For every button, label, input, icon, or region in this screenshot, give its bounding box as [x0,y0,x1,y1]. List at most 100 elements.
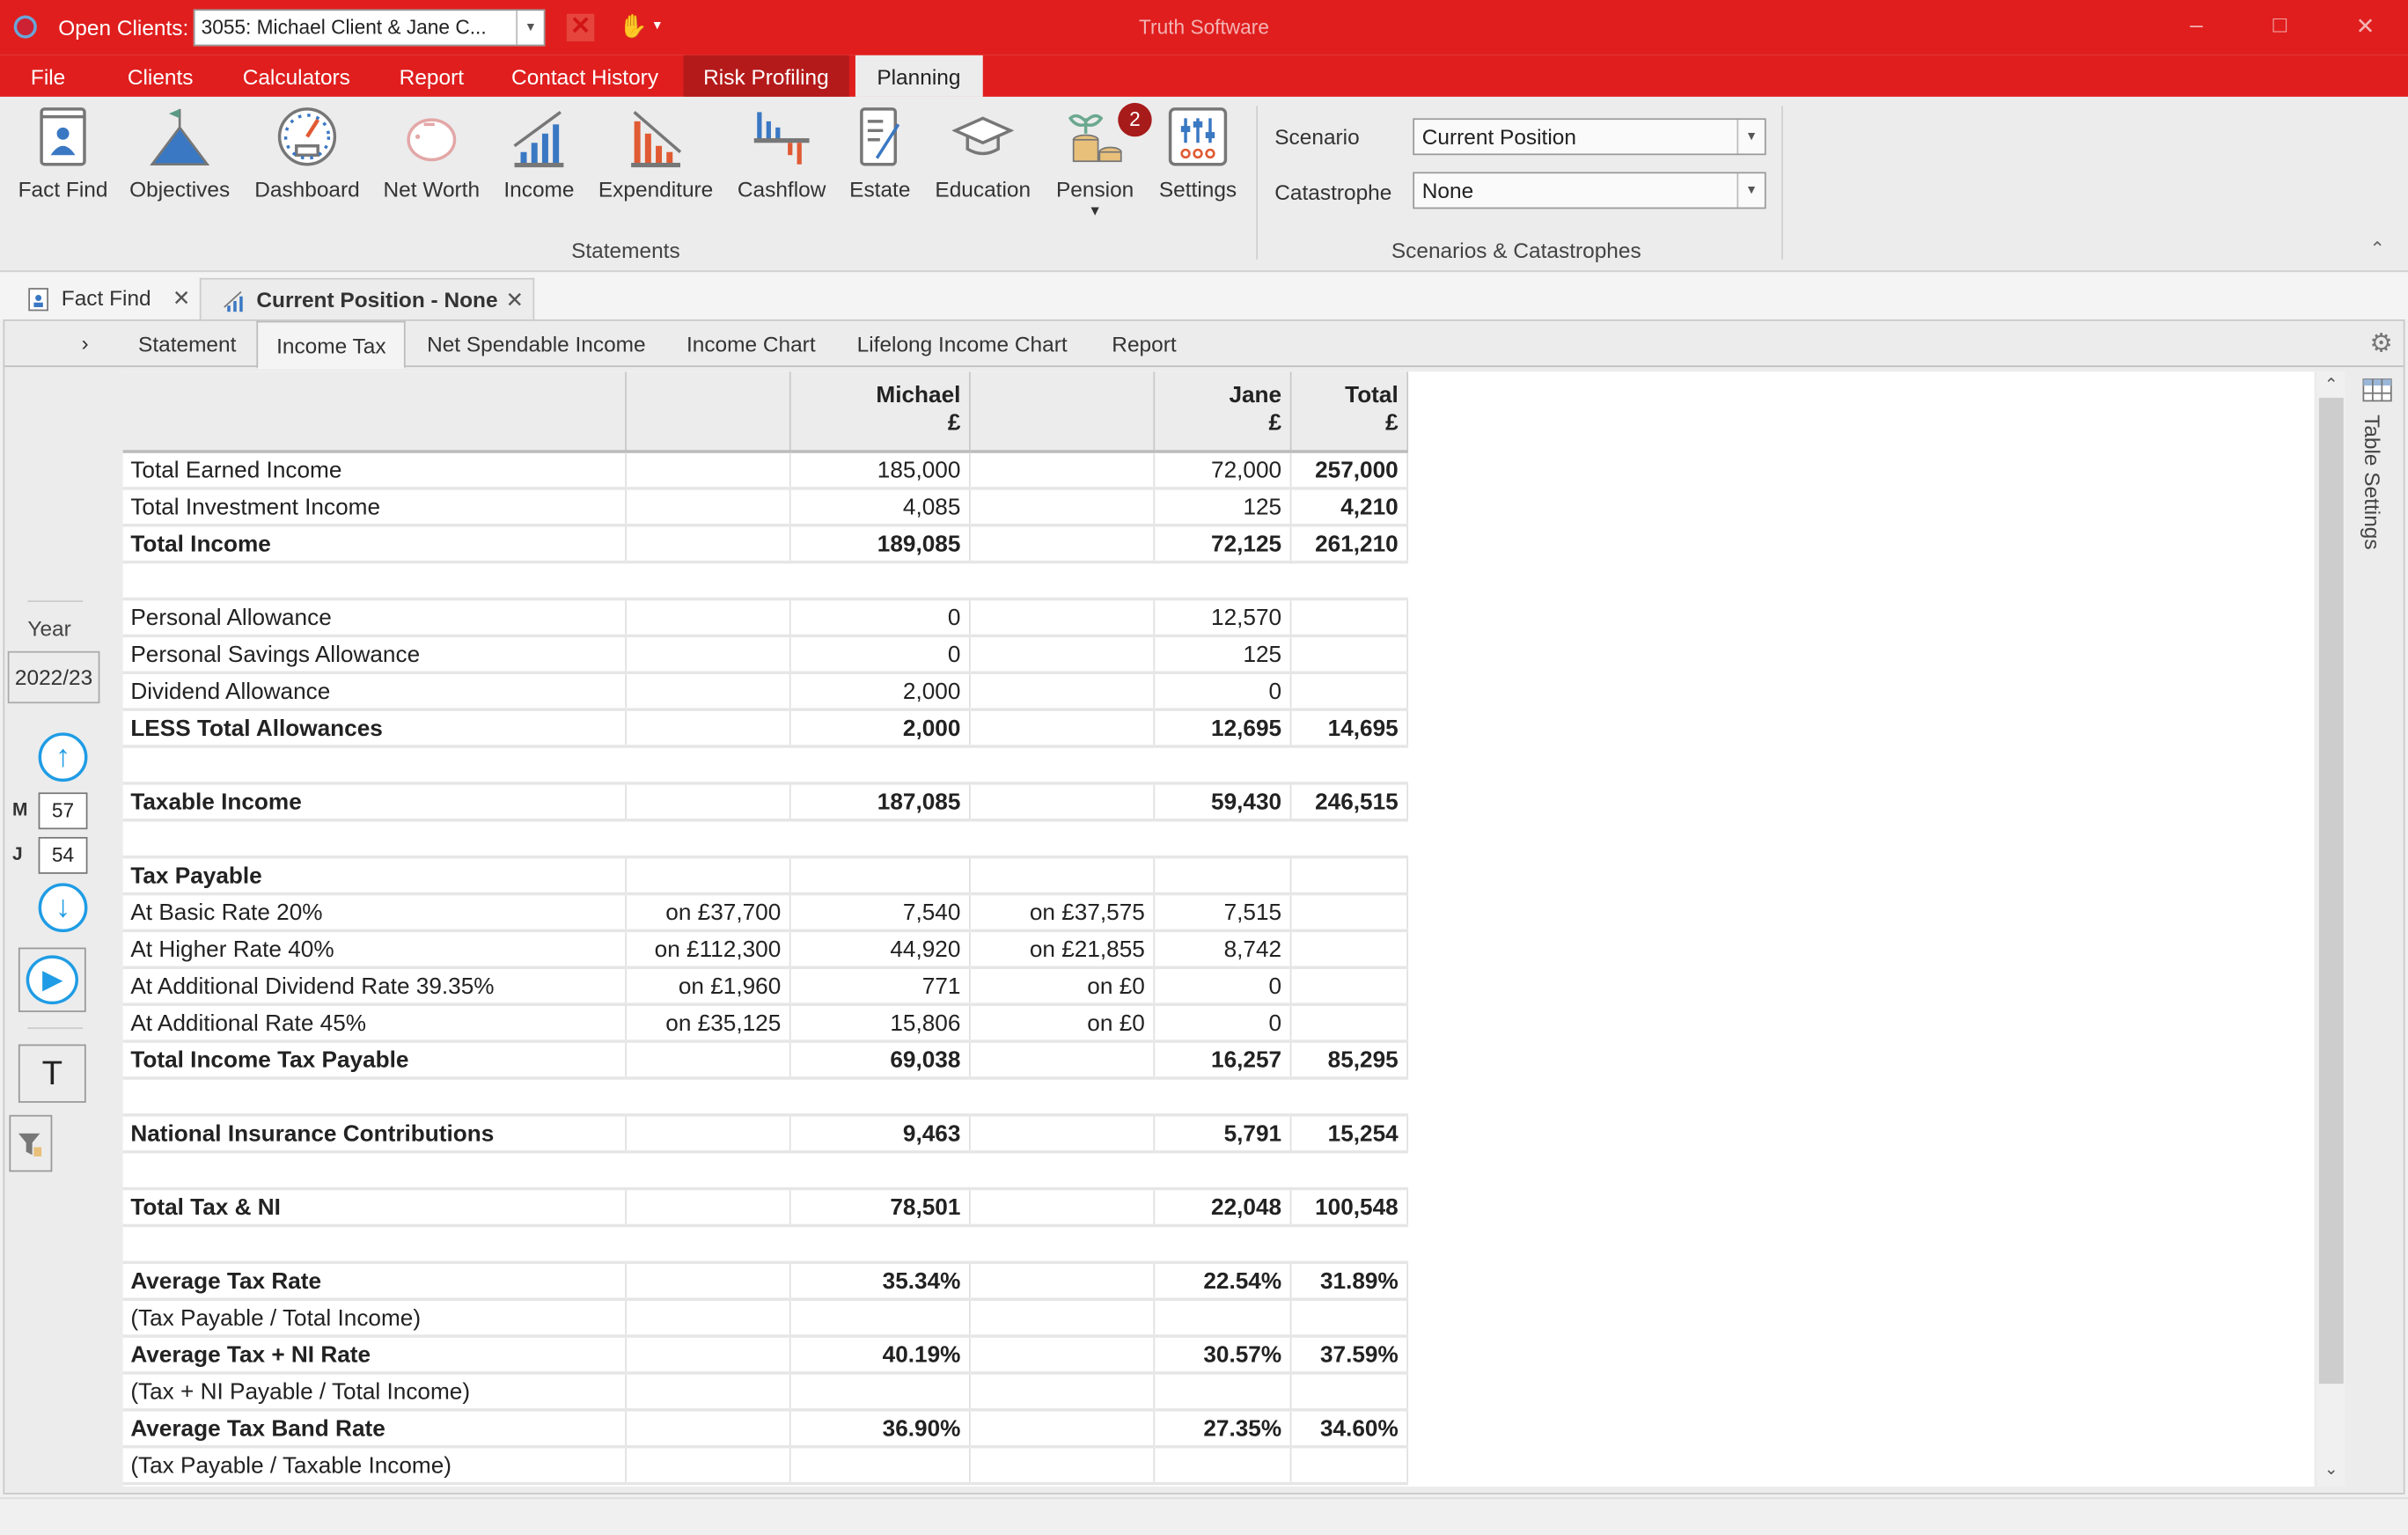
scenario-select[interactable]: Current Position ▼ [1413,118,1766,156]
table-grid-icon [2362,378,2392,402]
fact-find-button[interactable]: Fact Find [15,103,110,202]
table-row: Total Earned Income 185,000 72,000 257,000 [122,452,1408,490]
michael-age-field[interactable]: 57 [38,792,88,830]
arrow-down-icon: ↓ [55,890,71,924]
scroll-up-icon[interactable]: ⌃ [2317,375,2345,395]
minimize-button[interactable]: – [2190,12,2203,39]
objectives-button[interactable]: Objectives [129,103,231,202]
menu-file[interactable]: File [17,55,79,97]
value-cell [625,599,790,638]
settings-button[interactable]: Settings [1155,103,1241,202]
subtab-net-spendable-income[interactable]: Net Spendable Income [408,321,664,367]
table-row: Total Tax & NI 78,501 22,048 100,548 [122,1188,1408,1228]
row-label-cell [122,1151,626,1191]
expenditure-button[interactable]: Expenditure [594,103,717,202]
table-row: At Higher Rate 40% on £112,300 44,920 on £2… [122,930,1408,970]
catastrophe-select[interactable]: None ▼ [1413,172,1766,209]
value-cell: 12,695 [1153,709,1291,748]
value-cell [1153,746,1290,785]
divider [27,600,84,603]
value-cell [1289,562,1407,601]
value-cell [969,1409,1155,1449]
subtab-income-tax[interactable]: Income Tax [256,320,407,369]
value-cell [1289,967,1408,1006]
menu-planning[interactable]: Planning [855,55,982,97]
value-cell [1289,930,1408,970]
table-spacer-row [122,1225,1407,1265]
settings-label: Settings [1158,176,1237,202]
jane-age-field[interactable]: 54 [38,836,88,874]
subtab-income-chart[interactable]: Income Chart [668,321,834,367]
cashflow-chart-icon [748,103,816,171]
chevron-down-icon[interactable]: ▼ [1736,120,1764,154]
status-bar [0,1497,2408,1535]
table-row: Total Investment Income 4,085 125 4,210 [122,488,1408,527]
expenditure-chart-icon [622,103,690,171]
year-navigation-panel: Year 2022/23 ↑ M 57 J 54 ↓ ▶ T [4,367,120,1493]
close-window-button[interactable]: ✕ [2356,12,2375,40]
value-cell [625,525,790,564]
column-header-name: Total [1345,382,1399,409]
value-cell: on £0 [969,1004,1155,1043]
value-cell: 37.59% [1289,1336,1408,1375]
value-cell: 7,515 [1153,893,1291,933]
value-cell: 36.90% [789,1409,970,1449]
chevron-down-icon[interactable]: ▼ [1736,173,1764,208]
value-cell [625,1041,790,1080]
subtab-report[interactable]: Report [1093,321,1194,367]
income-button[interactable]: Income [497,103,580,202]
value-cell: 59,430 [1153,782,1291,822]
close-tab-icon[interactable]: ✕ [506,280,524,319]
previous-year-button[interactable]: ↑ [38,732,88,782]
play-button[interactable]: ▶ [18,947,86,1012]
collapse-ribbon-icon[interactable]: ⌃ [2369,238,2385,259]
value-cell [789,1446,970,1486]
value-cell: 261,210 [1289,525,1408,564]
chevron-down-icon[interactable]: ▼ [1051,203,1140,217]
value-cell: 9,463 [789,1114,970,1154]
restore-button[interactable]: □ [2272,12,2287,39]
filter-button[interactable] [9,1114,53,1172]
income-label: Income [503,176,575,202]
sliders-icon [1164,103,1232,171]
row-label-cell [122,1225,626,1265]
mountain-flag-icon [146,103,214,171]
close-tab-icon[interactable]: ✕ [173,278,190,318]
table-row: National Insurance Contributions 9,463 5,7… [122,1114,1408,1154]
value-cell: 0 [789,599,970,638]
subtab-statement[interactable]: Statement [120,321,254,367]
dashboard-button[interactable]: Dashboard [250,103,363,202]
net-worth-button[interactable]: Net Worth [381,103,482,202]
vertical-scrollbar[interactable]: ⌃ ⌄ [2317,371,2346,1487]
menu-risk-profiling[interactable]: Risk Profiling [683,55,849,97]
year-field[interactable]: 2022/23 [7,650,100,704]
value-cell: 15,806 [789,1004,970,1043]
value-cell [1153,1446,1291,1486]
menu-contact-history[interactable]: Contact History [497,55,672,97]
table-settings-panel[interactable]: Table Settings [2354,371,2404,679]
text-mode-button[interactable]: T [18,1044,86,1103]
menu-clients[interactable]: Clients [114,55,207,97]
expand-panel-icon[interactable]: › [81,330,88,355]
doc-tab-fact-find[interactable]: Fact Find ✕ [6,278,200,319]
row-label-cell: At Additional Rate 45% [122,1004,627,1043]
scrollbar-thumb[interactable] [2318,397,2344,1384]
value-cell [969,1188,1155,1228]
scenario-label: Scenario [1274,124,1360,150]
menu-report[interactable]: Report [385,55,478,97]
fact-find-icon [29,103,97,171]
education-button[interactable]: Education [928,103,1039,202]
value-cell [1289,1004,1408,1043]
scroll-down-icon[interactable]: ⌄ [2317,1459,2345,1479]
doc-tab-current-position[interactable]: Current Position - None ✕ [199,277,535,319]
cashflow-button[interactable]: Cashflow [731,103,833,202]
table-row: Total Income Tax Payable 69,038 16,257 85,2… [122,1041,1408,1080]
menu-calculators[interactable]: Calculators [229,55,364,97]
estate-button[interactable]: Estate [845,103,915,202]
value-cell [625,1262,790,1301]
next-year-button[interactable]: ↓ [38,883,88,933]
value-cell [625,1446,790,1486]
value-cell: 34.60% [1289,1409,1408,1449]
subtab-lifelong-income-chart[interactable]: Lifelong Income Chart [839,321,1086,367]
gear-icon[interactable]: ⚙ [2369,328,2393,359]
